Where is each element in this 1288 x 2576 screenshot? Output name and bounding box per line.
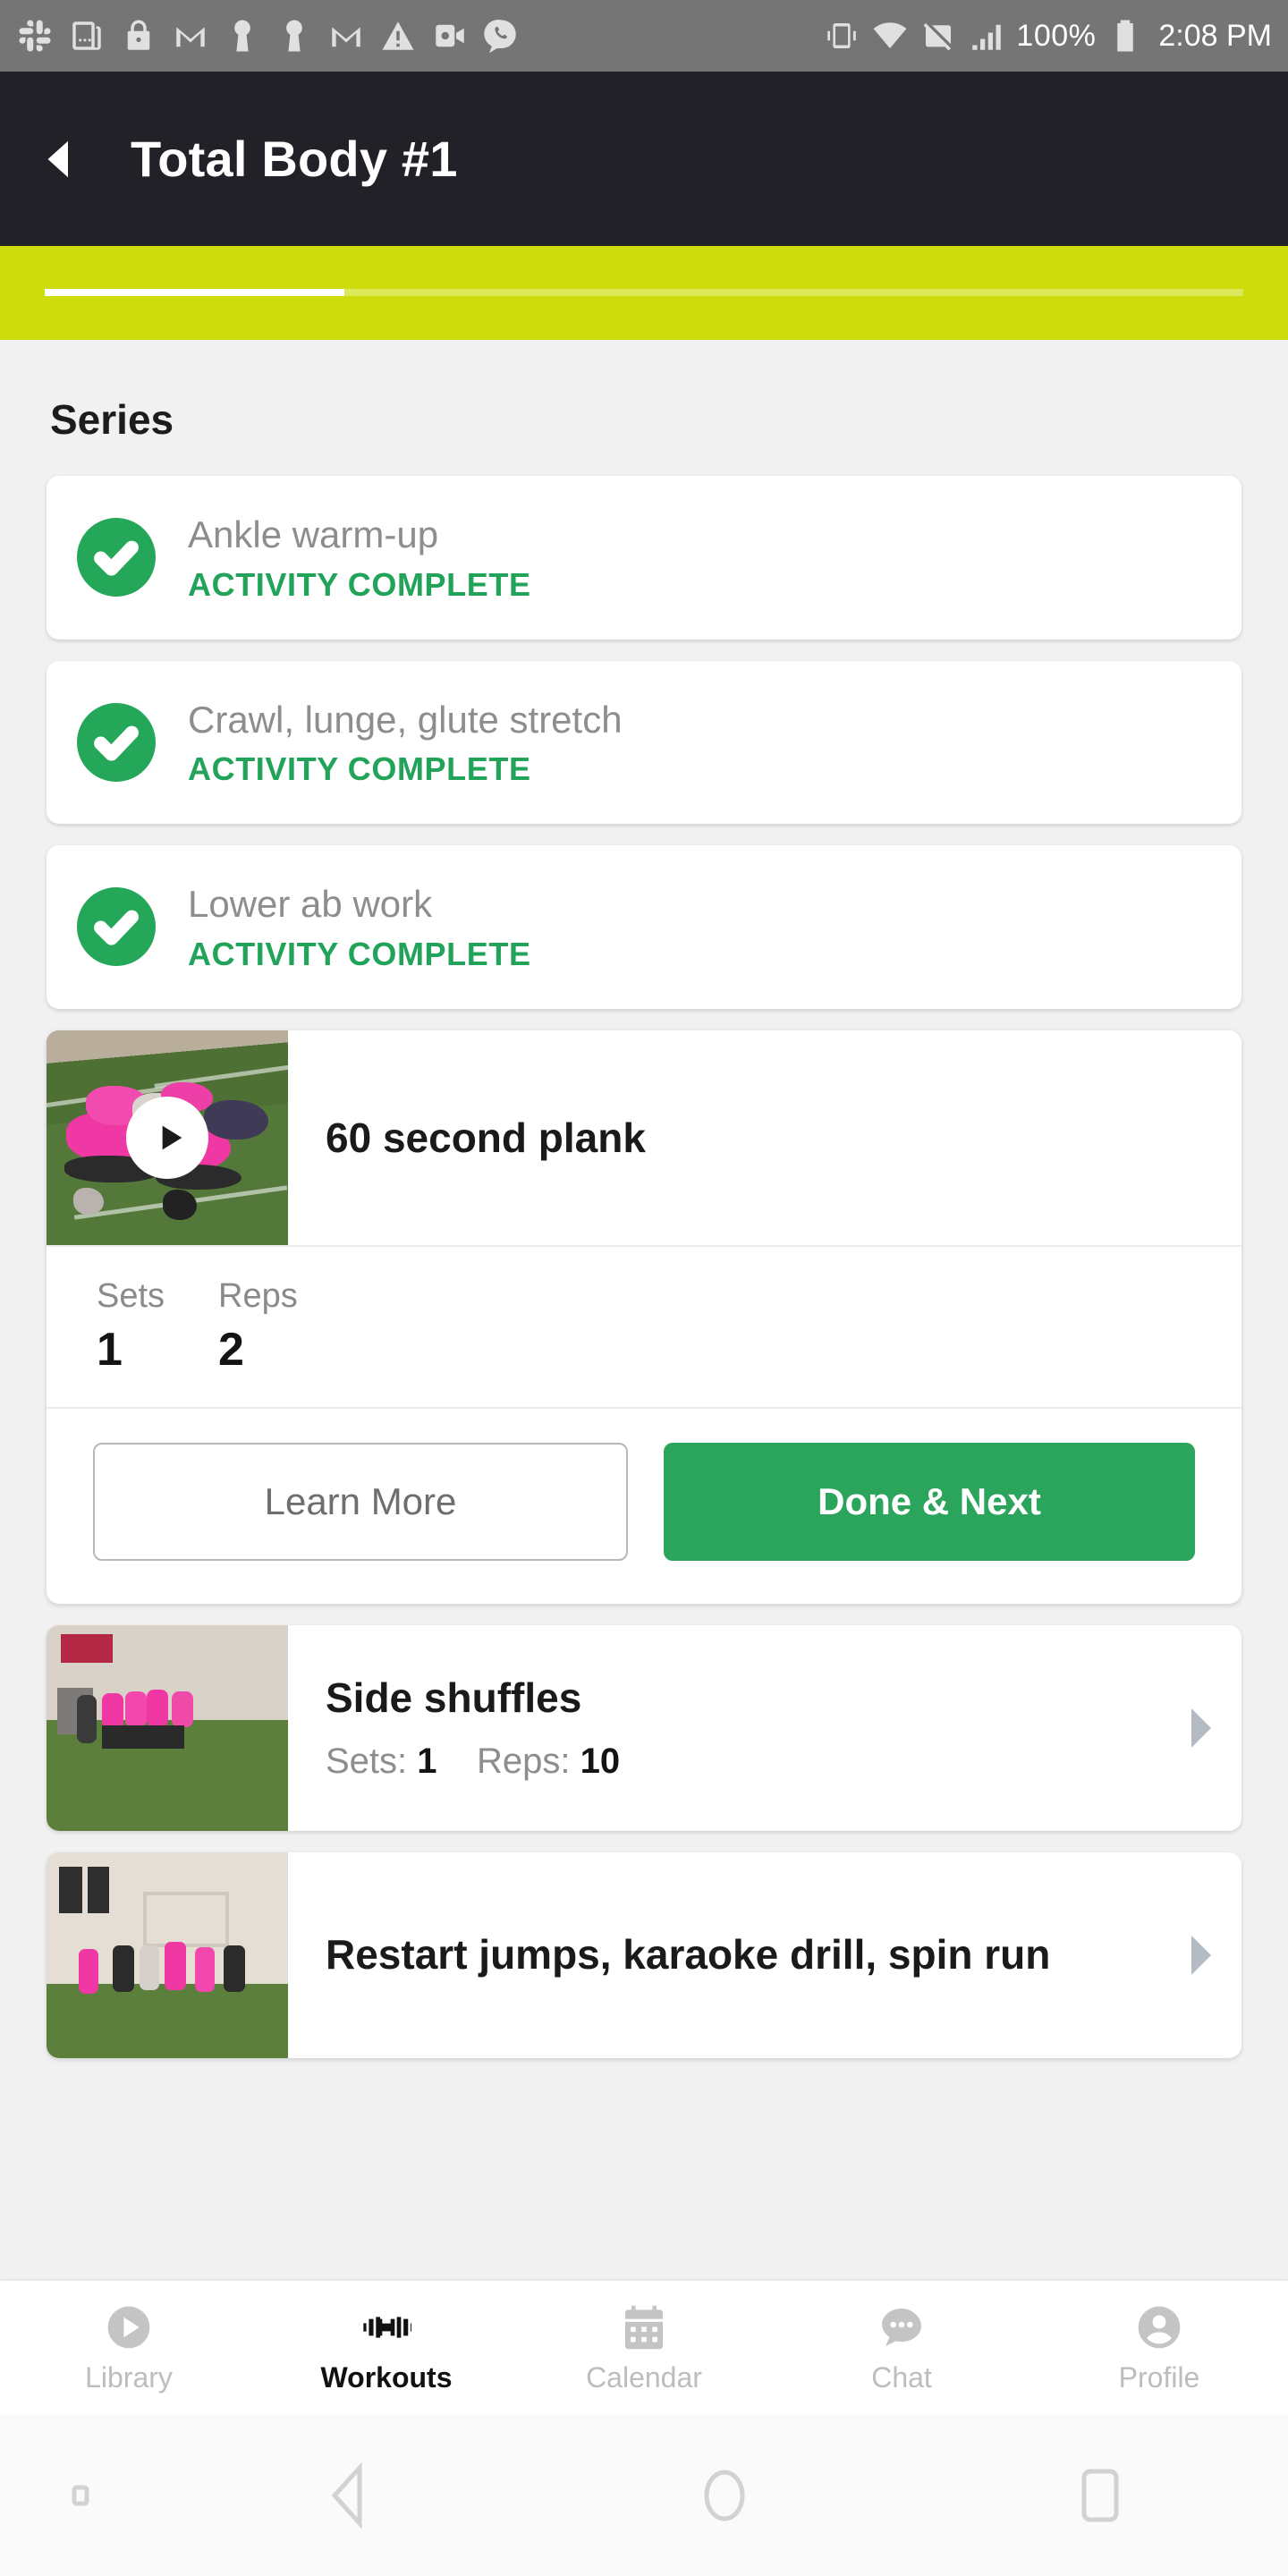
activity-status: ACTIVITY COMPLETE bbox=[188, 935, 531, 972]
calendar-icon bbox=[619, 2302, 669, 2352]
completed-row: Ankle warm-up ACTIVITY COMPLETE bbox=[47, 476, 1241, 640]
check-circle-icon bbox=[77, 518, 156, 597]
keyboard-hide-icon[interactable] bbox=[0, 2480, 161, 2511]
gmail-icon bbox=[172, 17, 209, 55]
play-icon[interactable] bbox=[126, 1096, 208, 1179]
exercise-actions: Learn More Done & Next bbox=[47, 1409, 1241, 1604]
check-circle-icon bbox=[77, 887, 156, 967]
metric-value: 1 bbox=[97, 1323, 123, 1376]
status-bar-system-icons: 100% 2:08 PM bbox=[823, 17, 1272, 55]
activity-status: ACTIVITY COMPLETE bbox=[188, 565, 531, 603]
workout-progress-bar bbox=[0, 246, 1288, 340]
metric-reps: Reps 2 bbox=[218, 1277, 322, 1377]
progress-fill bbox=[45, 289, 344, 296]
lock-icon bbox=[120, 17, 157, 55]
android-navigation-bar bbox=[0, 2415, 1288, 2576]
wifi-icon bbox=[871, 17, 909, 55]
sets-label: Sets: bbox=[326, 1741, 408, 1782]
exercise-title: 60 second plank bbox=[326, 1114, 646, 1161]
slack-icon bbox=[16, 17, 54, 55]
tab-label: Calendar bbox=[586, 2360, 702, 2394]
completed-row: Lower ab work ACTIVITY COMPLETE bbox=[47, 845, 1241, 1009]
app-copy-icon bbox=[68, 17, 106, 55]
workout-list-scroll[interactable]: Series Ankle warm-up ACTIVITY COMPLETE C… bbox=[0, 340, 1288, 2281]
exercise-thumbnail[interactable] bbox=[47, 1624, 288, 1831]
sets-value: 1 bbox=[417, 1741, 437, 1782]
metric-value: 2 bbox=[218, 1323, 244, 1376]
exercise-video-thumbnail[interactable] bbox=[47, 1030, 288, 1245]
back-triangle-icon[interactable] bbox=[161, 2462, 537, 2529]
keyhole-icon bbox=[224, 17, 261, 55]
active-exercise-card[interactable]: 60 second plank Sets 1 Reps 2 Learn More… bbox=[47, 1030, 1241, 1604]
tab-workouts[interactable]: Workouts bbox=[258, 2302, 515, 2394]
video-camera-icon bbox=[431, 17, 469, 55]
tab-label: Library bbox=[85, 2360, 173, 2394]
tab-profile[interactable]: Profile bbox=[1030, 2302, 1288, 2394]
reps-value: 10 bbox=[580, 1741, 621, 1782]
gmail-icon-2 bbox=[327, 17, 365, 55]
exercise-metrics: Sets 1 Reps 2 bbox=[47, 1244, 1241, 1409]
section-title: Series bbox=[50, 396, 174, 443]
metric-label: Sets bbox=[97, 1276, 165, 1315]
tab-label: Workouts bbox=[320, 2360, 453, 2394]
tab-chat[interactable]: Chat bbox=[773, 2302, 1030, 2394]
chat-bubble-icon bbox=[877, 2302, 927, 2352]
bottom-tab-bar: Library Workouts Calendar Chat Profile bbox=[0, 2281, 1288, 2415]
signal-bars-icon bbox=[968, 17, 1005, 55]
page-title: Total Body #1 bbox=[131, 131, 458, 187]
activity-name: Ankle warm-up bbox=[188, 513, 439, 555]
play-circle-icon bbox=[104, 2302, 154, 2352]
activity-status: ACTIVITY COMPLETE bbox=[188, 750, 531, 787]
exercise-title: Restart jumps, karaoke drill, spin run bbox=[326, 1931, 1051, 1979]
tab-calendar[interactable]: Calendar bbox=[515, 2302, 773, 2394]
android-status-bar: 100% 2:08 PM bbox=[0, 0, 1288, 72]
screenshot-off-icon bbox=[919, 17, 957, 55]
upcoming-exercise-row[interactable]: Side shuffles Sets: 1 Reps: 10 bbox=[47, 1624, 1241, 1831]
warning-triangle-icon bbox=[379, 17, 417, 55]
exercise-thumbnail[interactable] bbox=[47, 1852, 288, 2058]
tab-library[interactable]: Library bbox=[0, 2302, 258, 2394]
completed-activity-card[interactable]: Lower ab work ACTIVITY COMPLETE bbox=[47, 845, 1241, 1009]
exercise-meta: Sets: 1 Reps: 10 bbox=[326, 1741, 1134, 1782]
tab-label: Profile bbox=[1118, 2360, 1200, 2394]
activity-name: Crawl, lunge, glute stretch bbox=[188, 698, 623, 741]
completed-row: Crawl, lunge, glute stretch ACTIVITY COM… bbox=[47, 661, 1241, 825]
chevron-right-icon[interactable] bbox=[1161, 1852, 1241, 2058]
back-arrow-icon[interactable] bbox=[36, 135, 84, 183]
person-icon bbox=[1134, 2302, 1184, 2352]
dumbbell-icon bbox=[361, 2302, 411, 2352]
done-and-next-button[interactable]: Done & Next bbox=[664, 1442, 1195, 1561]
tab-label: Chat bbox=[871, 2360, 932, 2394]
recents-square-icon[interactable] bbox=[912, 2462, 1288, 2529]
status-bar-clock: 2:08 PM bbox=[1158, 18, 1272, 53]
battery-percent-label: 100% bbox=[1016, 18, 1097, 53]
battery-icon bbox=[1106, 17, 1144, 55]
exercise-title: Side shuffles bbox=[326, 1674, 582, 1721]
upcoming-exercise-row[interactable]: Restart jumps, karaoke drill, spin run bbox=[47, 1852, 1241, 2058]
activity-name: Lower ab work bbox=[188, 883, 433, 925]
reps-label: Reps: bbox=[476, 1741, 571, 1782]
status-bar-notification-icons bbox=[16, 17, 823, 55]
keyhole-icon-2 bbox=[275, 17, 313, 55]
app-header: Total Body #1 bbox=[0, 72, 1288, 246]
learn-more-button[interactable]: Learn More bbox=[93, 1442, 628, 1561]
metric-sets: Sets 1 bbox=[97, 1277, 200, 1377]
chevron-right-icon[interactable] bbox=[1161, 1625, 1241, 1831]
completed-activity-card[interactable]: Crawl, lunge, glute stretch ACTIVITY COM… bbox=[47, 660, 1241, 825]
home-circle-icon[interactable] bbox=[537, 2462, 912, 2529]
check-circle-icon bbox=[77, 702, 156, 782]
metric-label: Reps bbox=[218, 1276, 298, 1315]
completed-activity-card[interactable]: Ankle warm-up ACTIVITY COMPLETE bbox=[47, 476, 1241, 640]
vibrate-icon bbox=[823, 17, 860, 55]
phone-bubble-icon bbox=[483, 17, 521, 55]
